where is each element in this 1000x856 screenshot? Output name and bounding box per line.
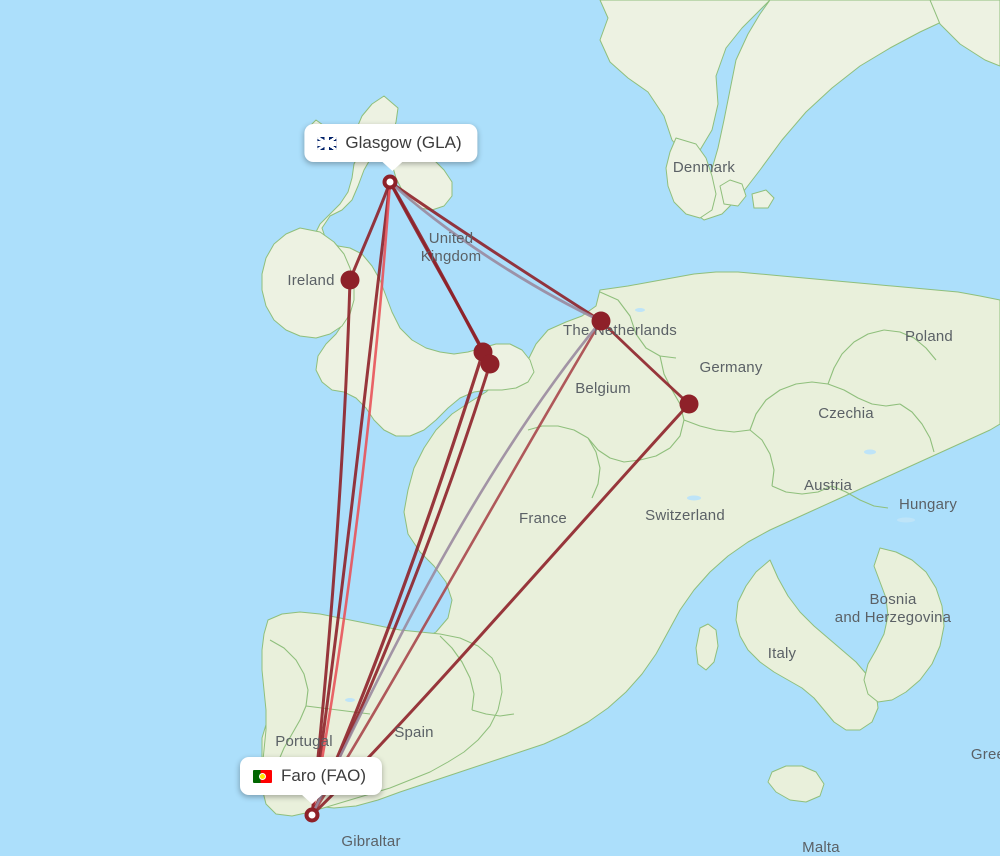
- airport-label-fao: Faro (FAO): [280, 766, 367, 785]
- route-gla-ams[interactable]: [388, 180, 603, 323]
- route-ams-fao[interactable]: [310, 319, 603, 817]
- route-fra-fao[interactable]: [310, 402, 691, 817]
- route-ams-fra[interactable]: [599, 319, 691, 406]
- route-gla-lon-b[interactable]: [388, 180, 492, 366]
- route-dub-fao[interactable]: [310, 278, 352, 817]
- airport-label-gla: Glasgow (GLA): [345, 133, 462, 152]
- flight-route-map[interactable]: Denmark United Kingdom Ireland The Netherla…: [0, 0, 1000, 856]
- airport-callout-fao[interactable]: Faro (FAO): [239, 757, 383, 804]
- gb-flag: [317, 136, 337, 150]
- pt-flag: [252, 769, 272, 783]
- route-lon-a-fao[interactable]: [310, 350, 485, 817]
- airport-callout-gla[interactable]: Glasgow (GLA): [304, 124, 478, 171]
- route-lines-layer: [310, 180, 691, 817]
